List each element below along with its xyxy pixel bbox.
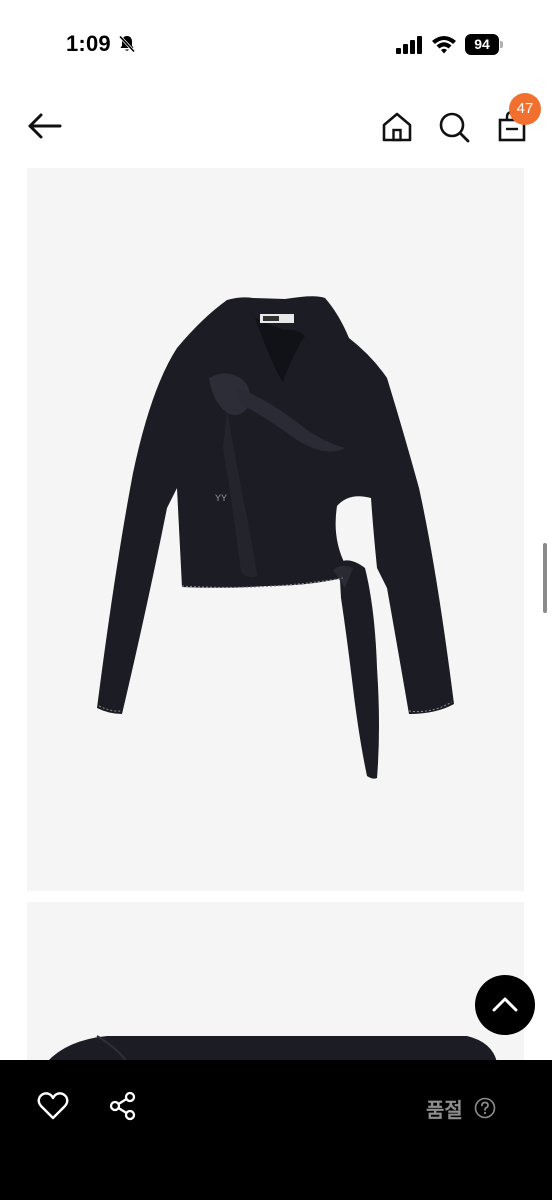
share-icon xyxy=(109,1091,136,1121)
embroidered-logo: YY xyxy=(215,493,227,503)
cart-count-badge: 47 xyxy=(509,93,541,125)
product-photo-detail xyxy=(47,1035,497,1062)
question-circle-icon[interactable] xyxy=(474,1097,496,1119)
battery-icon: 94 xyxy=(465,34,503,55)
bottom-action-bar xyxy=(0,1060,552,1200)
status-time: 1:09 xyxy=(66,31,111,56)
share-button[interactable] xyxy=(107,1090,139,1122)
product-image-main[interactable]: YY xyxy=(27,168,524,891)
bell-slash-icon xyxy=(118,35,136,53)
product-photo: YY xyxy=(97,296,454,779)
battery-tip xyxy=(500,41,503,48)
search-icon xyxy=(439,112,470,143)
chevron-up-icon xyxy=(492,997,518,1012)
scroll-indicator[interactable] xyxy=(543,543,547,613)
arrow-left-icon xyxy=(28,113,62,139)
home-icon xyxy=(382,112,412,142)
product-image-second[interactable] xyxy=(27,902,524,1062)
battery-level: 94 xyxy=(465,34,499,55)
scroll-to-top-button[interactable] xyxy=(475,975,535,1035)
home-button[interactable] xyxy=(378,108,416,146)
like-button[interactable] xyxy=(36,1090,70,1122)
search-button[interactable] xyxy=(435,108,473,146)
product-detail-screen: 1:09 94 47 YY 품절 xyxy=(0,0,552,1200)
back-button[interactable] xyxy=(22,108,66,144)
sold-out-label: 품절 xyxy=(426,1100,463,1122)
heart-icon xyxy=(37,1092,69,1120)
status-bar: 1:09 94 xyxy=(0,0,552,90)
signal-icon xyxy=(396,36,422,54)
wifi-icon xyxy=(432,36,456,54)
